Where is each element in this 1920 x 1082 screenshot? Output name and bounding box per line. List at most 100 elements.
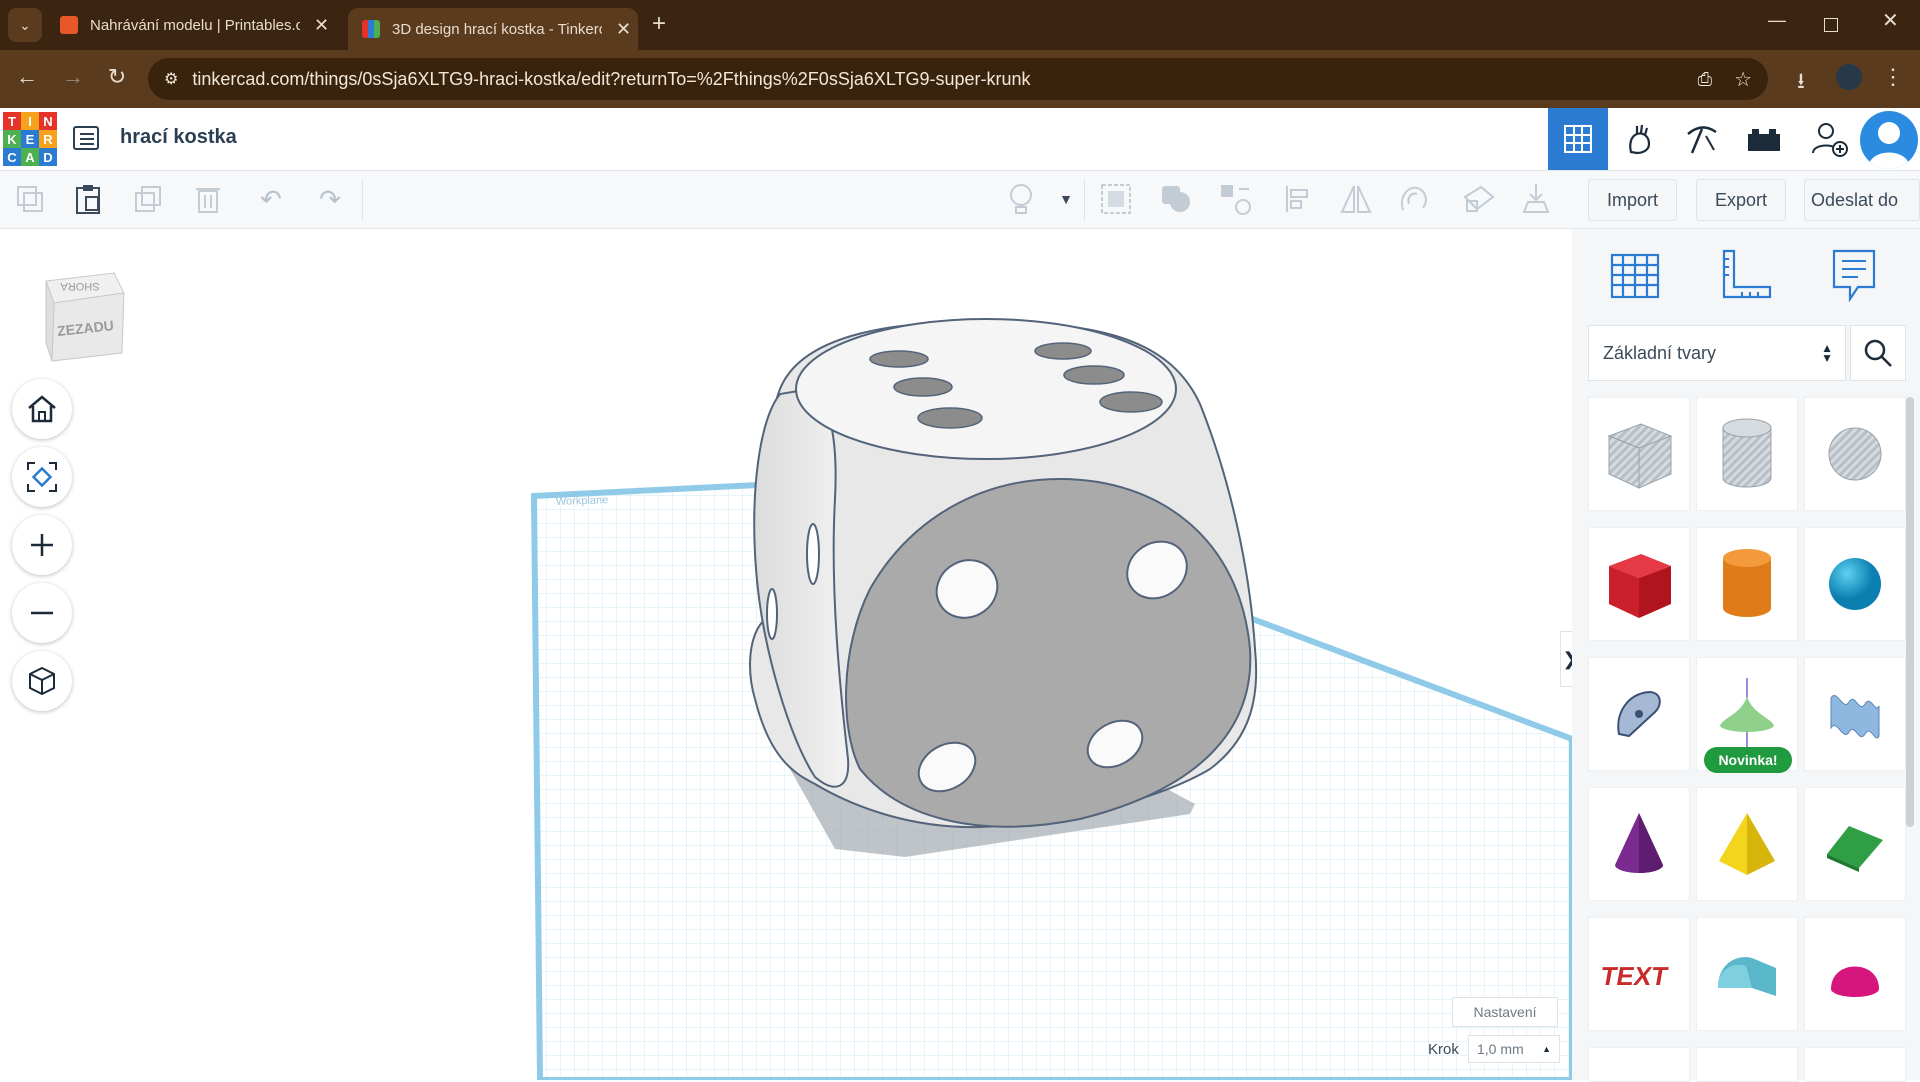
shape-wave[interactable] — [1804, 657, 1906, 771]
paste-icon[interactable] — [70, 181, 106, 217]
zoom-out-button[interactable] — [12, 583, 72, 643]
half-cylinder-icon — [1718, 957, 1776, 996]
site-settings-icon[interactable]: ⚙ — [164, 69, 178, 89]
cruise-icon[interactable] — [1396, 181, 1432, 217]
settings-button[interactable]: Nastavení — [1452, 997, 1558, 1027]
shape-cylinder-hole[interactable] — [1696, 397, 1798, 511]
download-icon[interactable]: ⭳ — [1786, 64, 1816, 102]
logo-letter: I — [21, 112, 39, 130]
copy-icon[interactable] — [12, 181, 48, 217]
address-bar[interactable]: ⚙ tinkercad.com/things/0sSja6XLTG9-hraci… — [148, 58, 1768, 100]
shape-tile-partial[interactable] — [1696, 1047, 1798, 1082]
undo-icon[interactable]: ↶ — [253, 181, 289, 217]
ungroup-shapes-icon[interactable] — [1218, 181, 1254, 217]
lightbulb-notes-icon[interactable] — [1003, 181, 1039, 217]
shape-paraboloid[interactable] — [1804, 917, 1906, 1031]
logo-letter: N — [39, 112, 57, 130]
shape-cone[interactable] — [1588, 787, 1690, 901]
new-badge: Novinka! — [1704, 747, 1792, 773]
shape-roof[interactable] — [1804, 787, 1906, 901]
blocks-button[interactable] — [1672, 108, 1732, 170]
close-window-icon[interactable]: ✕ — [1882, 8, 1899, 33]
back-arrow-icon[interactable]: ← — [12, 64, 42, 90]
collapse-panel-arrow-icon[interactable]: ❯ — [1560, 631, 1572, 687]
shape-text[interactable]: TEXT — [1588, 917, 1690, 1031]
ruler-icon — [1722, 249, 1772, 299]
ruler-button[interactable] — [1718, 247, 1774, 303]
new-tab-button[interactable]: + — [652, 10, 666, 38]
panel-scrollbar[interactable] — [1906, 397, 1914, 827]
wave-icon — [1830, 695, 1880, 739]
pyramid-icon — [1719, 813, 1775, 875]
bricks-button[interactable] — [1734, 108, 1794, 170]
restore-window-icon[interactable] — [1824, 18, 1838, 32]
tab-title: 3D design hrací kostka - Tinkerc — [392, 20, 602, 38]
scene-canvas[interactable]: Workplane — [0, 229, 1572, 1080]
duplicate-icon[interactable] — [130, 181, 166, 217]
logo-letter: K — [3, 130, 21, 148]
shape-cylinder[interactable] — [1696, 527, 1798, 641]
home-view-button[interactable] — [12, 379, 72, 439]
shape-box-hole[interactable] — [1588, 397, 1690, 511]
workplane-tool-icon[interactable] — [1098, 181, 1134, 217]
export-button[interactable]: Export — [1696, 179, 1787, 221]
shape-sphere-hole[interactable] — [1804, 397, 1906, 511]
shape-tile-partial[interactable] — [1804, 1047, 1906, 1082]
align-icon[interactable] — [1280, 181, 1316, 217]
design-title[interactable]: hrací kostka — [120, 126, 237, 149]
design-list-icon[interactable] — [72, 124, 100, 152]
3d-design-view-button[interactable] — [1548, 108, 1608, 170]
drop-to-workplane-icon[interactable] — [1518, 181, 1554, 217]
shape-search-button[interactable] — [1850, 325, 1906, 381]
3d-viewport[interactable]: Workplane SHORA ZEZADU Nastavení Krok 1,… — [0, 229, 1572, 1080]
tinkercad-logo[interactable]: T I N K E R C A D — [3, 112, 57, 166]
shape-sphere[interactable] — [1804, 527, 1906, 641]
zoom-in-button[interactable] — [12, 515, 72, 575]
shape-tile-partial[interactable] — [1588, 1047, 1690, 1082]
notes-button[interactable] — [1826, 247, 1882, 303]
sphere-icon — [1829, 558, 1881, 610]
chrome-menu-icon[interactable]: ⋮ — [1878, 64, 1908, 90]
fit-view-button[interactable] — [12, 447, 72, 507]
bookmark-star-icon[interactable]: ☆ — [1734, 67, 1752, 92]
shape-scribble[interactable] — [1588, 657, 1690, 771]
notes-dropdown-caret-icon[interactable]: ▼ — [1048, 181, 1084, 217]
import-button[interactable]: Import — [1588, 179, 1678, 221]
browser-tab-printables[interactable]: Nahrávání modelu | Printables.c ✕ — [46, 8, 342, 42]
group-shapes-icon[interactable] — [1158, 181, 1194, 217]
chevron-down-icon: ⌄ — [19, 16, 31, 33]
cylinder-hole-icon — [1722, 418, 1772, 488]
redo-icon[interactable]: ↷ — [312, 181, 348, 217]
flip-workplane-icon[interactable] — [1460, 181, 1496, 217]
send-to-button[interactable]: Odeslat do — [1804, 179, 1920, 221]
reload-icon[interactable]: ↻ — [102, 64, 132, 90]
shape-category-select[interactable]: Základní tvary ▲ ▼ — [1588, 325, 1846, 381]
user-avatar[interactable] — [1860, 111, 1918, 169]
cylinder-icon — [1723, 549, 1771, 617]
perspective-toggle-button[interactable] — [12, 651, 72, 711]
close-tab-icon[interactable]: ✕ — [616, 19, 631, 40]
browser-tab-tinkercad[interactable]: 3D design hrací kostka - Tinkerc ✕ — [348, 8, 638, 50]
profile-avatar[interactable] — [1836, 64, 1862, 90]
cone-icon — [1615, 813, 1663, 873]
install-app-icon[interactable]: ⎙ — [1698, 69, 1712, 90]
invite-user-button[interactable] — [1800, 108, 1860, 170]
sim-lab-button[interactable] — [1610, 108, 1670, 170]
close-tab-icon[interactable]: ✕ — [314, 15, 329, 36]
delete-trash-icon[interactable] — [190, 181, 226, 217]
minimize-window-icon[interactable]: — — [1768, 10, 1786, 31]
snap-grid-select[interactable]: 1,0 mm ▲ — [1468, 1035, 1560, 1063]
workplane-button[interactable] — [1608, 247, 1664, 303]
text-3d-icon: TEXT — [1599, 961, 1670, 991]
shape-box[interactable] — [1588, 527, 1690, 641]
shape-pyramid[interactable] — [1696, 787, 1798, 901]
view-cube[interactable]: SHORA ZEZADU — [40, 263, 130, 363]
die-pip — [806, 523, 820, 585]
forward-arrow-icon[interactable]: → — [58, 64, 88, 90]
tab-list-dropdown-button[interactable]: ⌄ — [8, 8, 42, 42]
text-shape-label: TEXT — [1599, 961, 1670, 991]
note-bubble-icon — [1832, 249, 1876, 303]
die-pip — [1099, 391, 1163, 413]
mirror-icon[interactable] — [1338, 181, 1374, 217]
shape-half-cylinder[interactable] — [1696, 917, 1798, 1031]
